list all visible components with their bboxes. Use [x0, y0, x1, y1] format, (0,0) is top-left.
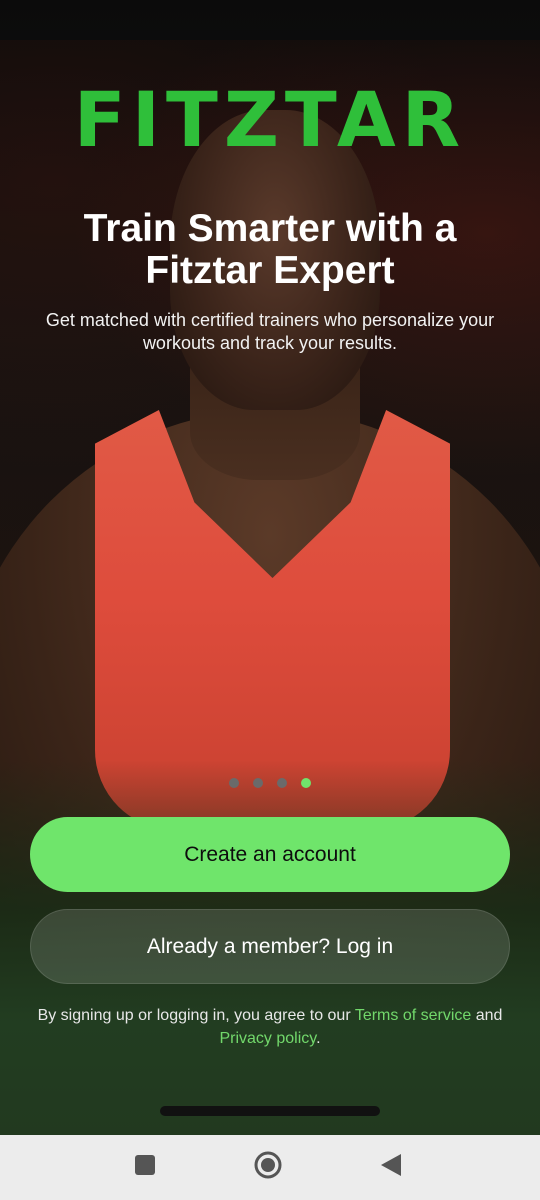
- login-button[interactable]: Already a member? Log in: [30, 909, 510, 984]
- square-recents-icon: [134, 1154, 156, 1181]
- create-account-button[interactable]: Create an account: [30, 817, 510, 892]
- page-dot-4-active[interactable]: [301, 778, 311, 788]
- back-button[interactable]: [361, 1135, 421, 1200]
- page-dot-3[interactable]: [277, 778, 287, 788]
- hero-title: Train Smarter with a Fitztar Expert: [83, 207, 457, 292]
- home-button[interactable]: [238, 1135, 298, 1200]
- recents-button[interactable]: [115, 1135, 175, 1200]
- gesture-home-indicator[interactable]: [160, 1106, 380, 1116]
- legal-prefix: By signing up or logging in, you agree t…: [37, 1007, 351, 1024]
- fitztar-logo: FITZTAR: [73, 75, 467, 164]
- legal-notice: By signing up or logging in, you agree t…: [26, 1004, 514, 1050]
- legal-and: and: [475, 1007, 503, 1024]
- carousel-page-indicator: [0, 778, 540, 788]
- page-dot-1[interactable]: [229, 778, 239, 788]
- page-dot-2[interactable]: [253, 778, 263, 788]
- legal-suffix: .: [316, 1030, 321, 1047]
- hero-subtitle: Get matched with certified trainers who …: [45, 310, 495, 353]
- circle-home-icon: [253, 1150, 283, 1185]
- terms-of-service-link[interactable]: Terms of service: [355, 1007, 471, 1024]
- system-navigation-bar: [0, 1135, 540, 1200]
- privacy-policy-link[interactable]: Privacy policy: [219, 1030, 316, 1047]
- onboarding-screen: FITZTAR Train Smarter with a Fitztar Exp…: [0, 0, 540, 1200]
- triangle-back-icon: [380, 1153, 402, 1182]
